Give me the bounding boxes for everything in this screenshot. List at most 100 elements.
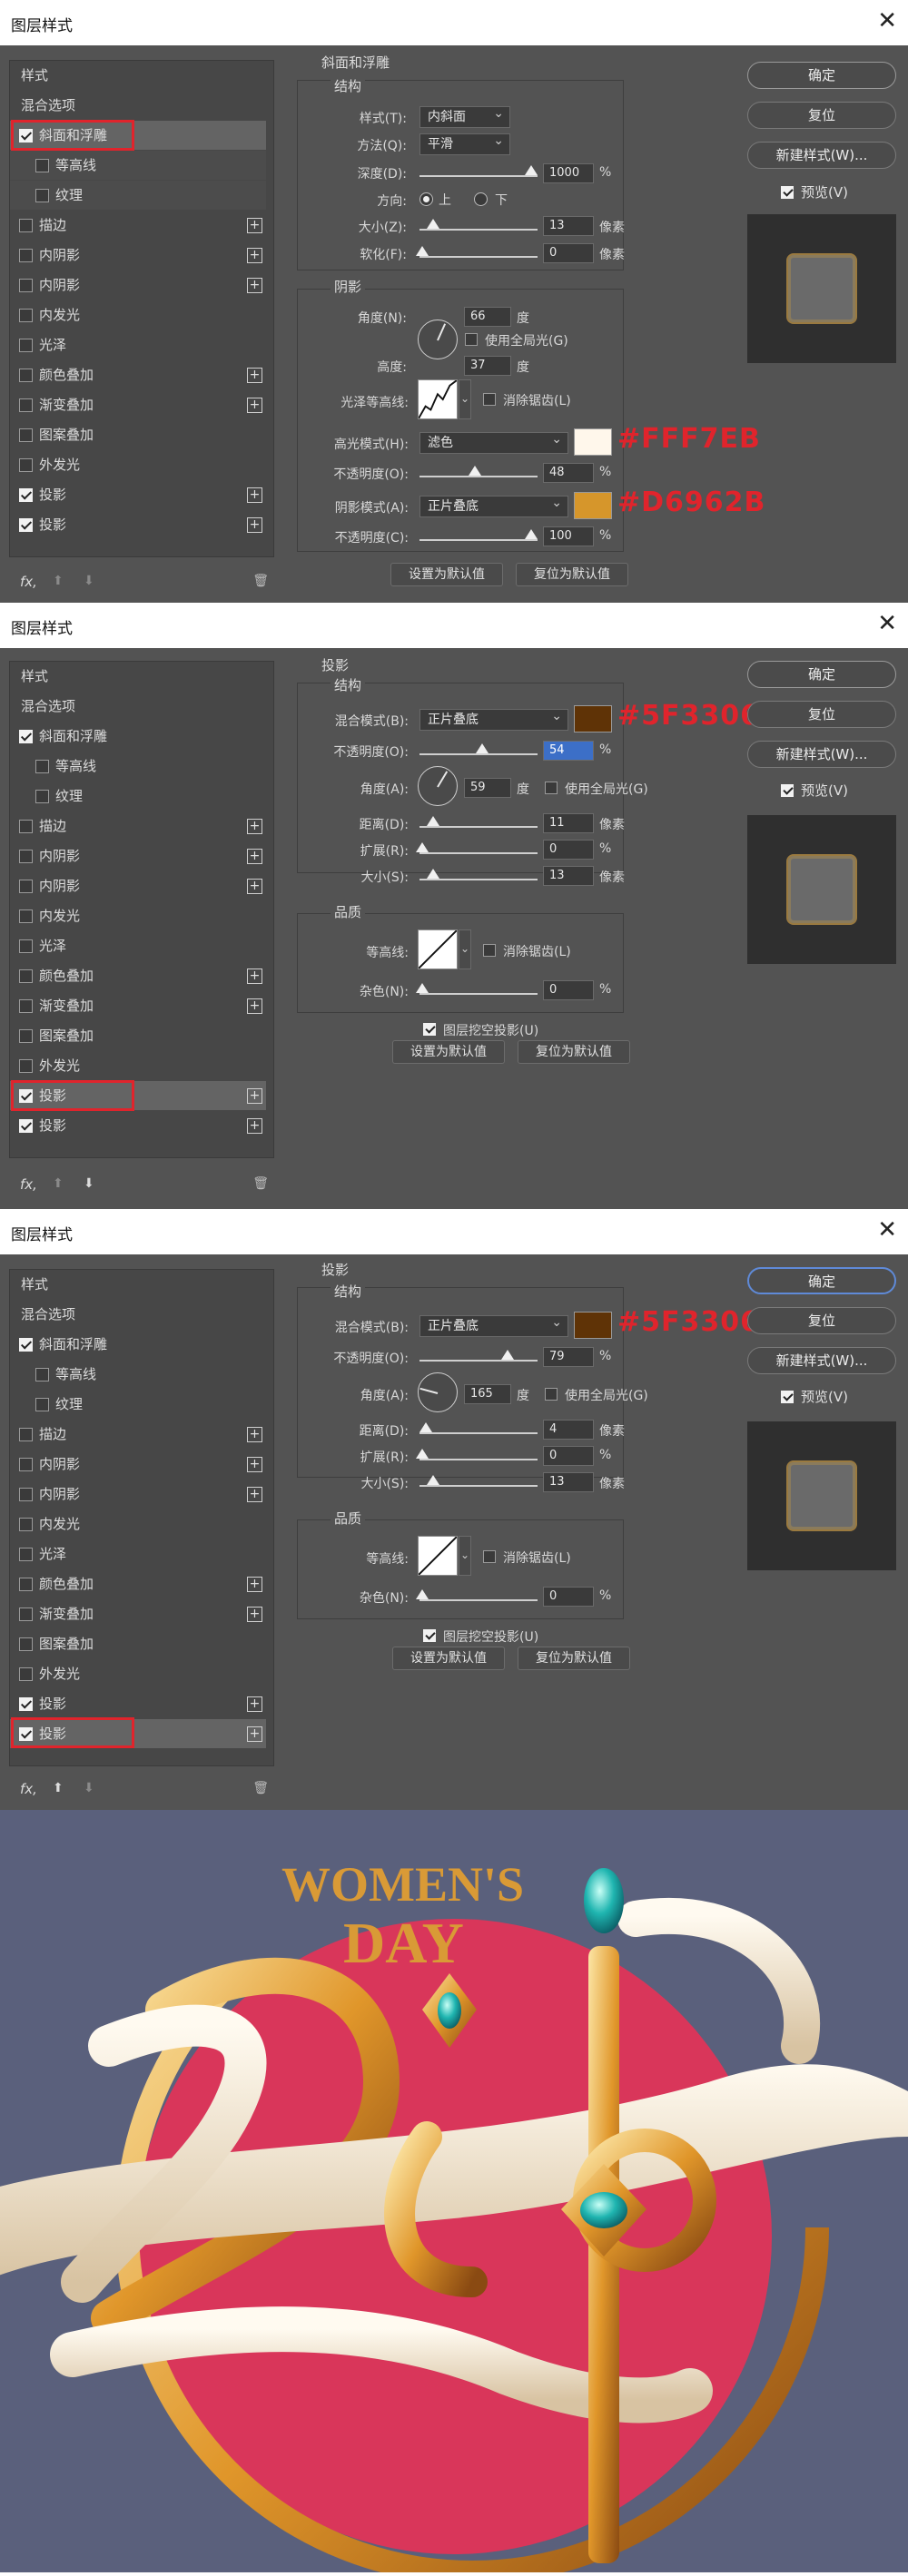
angle-dial[interactable] [418, 320, 458, 359]
style-item-color-overlay[interactable]: 颜色叠加 + [10, 1569, 266, 1598]
depth-input[interactable]: 1000 [543, 163, 594, 183]
shadow-mode-select[interactable]: 正片叠底 [419, 493, 568, 517]
style-item-blend-options[interactable]: 混合选项 [10, 692, 266, 721]
contour-preview[interactable] [418, 929, 458, 969]
depth-slider[interactable] [419, 175, 538, 177]
style-item-pattern-overlay[interactable]: 图案叠加 [10, 1629, 266, 1658]
spread-slider[interactable] [419, 1459, 538, 1460]
opacity-input[interactable]: 79 [543, 1347, 594, 1367]
style-item-color-overlay[interactable]: 颜色叠加 + [10, 961, 266, 990]
angle-input[interactable]: 59 [464, 778, 511, 798]
style-item-blend-options[interactable]: 混合选项 [10, 91, 266, 120]
preview-checkbox[interactable] [781, 1391, 794, 1403]
style-item-drop-shadow-2[interactable]: 投影 + [10, 510, 266, 539]
shadow-color-swatch[interactable] [574, 492, 612, 519]
soften-input[interactable]: 0 [543, 243, 594, 263]
style-item-inner-shadow[interactable]: 内阴影 + [10, 1450, 266, 1479]
style-item-inner-shadow-2[interactable]: 内阴影 + [10, 1480, 266, 1509]
shadow-color-swatch[interactable] [574, 705, 612, 732]
distance-slider[interactable] [419, 1432, 538, 1434]
blend-mode-select[interactable]: 正片叠底 [419, 1313, 568, 1337]
antialias-checkbox[interactable] [483, 393, 496, 406]
angle-input[interactable]: 165 [464, 1384, 511, 1404]
method-select[interactable]: 平滑 [419, 131, 510, 155]
opacity-slider[interactable] [419, 753, 538, 755]
new-style-button[interactable]: 新建样式(W)... [747, 142, 896, 169]
distance-input[interactable]: 11 [543, 813, 594, 833]
slider-knob[interactable] [525, 165, 538, 175]
contour-preview[interactable] [418, 1536, 458, 1576]
new-style-button[interactable]: 新建样式(W)... [747, 741, 896, 768]
style-item-stroke[interactable]: 描边 + [10, 1420, 266, 1449]
style-item-contour[interactable]: 等高线 [10, 752, 266, 781]
angle-dial[interactable] [418, 766, 458, 806]
opacity-input[interactable]: 54 [543, 741, 594, 761]
reset-button[interactable]: 复位 [747, 1307, 896, 1334]
distance-slider[interactable] [419, 826, 538, 828]
highlight-opacity-slider[interactable] [419, 476, 538, 477]
highlight-mode-select[interactable]: 滤色 [419, 429, 568, 454]
noise-input[interactable]: 0 [543, 1587, 594, 1607]
style-item-contour[interactable]: 等高线 [10, 151, 266, 180]
slider-knob[interactable] [416, 1449, 429, 1459]
style-item-texture[interactable]: 纹理 [10, 1390, 266, 1419]
style-item-inner-shadow[interactable]: 内阴影 + [10, 241, 266, 270]
style-item-inner-shadow-2[interactable]: 内阴影 + [10, 871, 266, 900]
spread-slider[interactable] [419, 852, 538, 854]
style-item-drop-shadow[interactable]: 投影 + [10, 480, 266, 509]
slider-knob[interactable] [476, 743, 489, 753]
move-down-icon[interactable]: ⬇ [84, 574, 94, 588]
move-down-icon[interactable]: ⬇ [84, 1176, 94, 1191]
slider-knob[interactable] [416, 842, 429, 852]
trash-icon[interactable]: 🗑 [252, 574, 269, 588]
angle-dial[interactable] [418, 1372, 458, 1412]
size-slider[interactable] [419, 1485, 538, 1487]
slider-knob[interactable] [525, 529, 538, 539]
preview-checkbox[interactable] [781, 186, 794, 199]
style-item-outer-glow[interactable]: 外发光 [10, 1051, 266, 1080]
new-style-button[interactable]: 新建样式(W)... [747, 1347, 896, 1374]
size-input[interactable]: 13 [543, 216, 594, 236]
highlight-color-swatch[interactable] [574, 428, 612, 456]
style-item-satin[interactable]: 光泽 [10, 1539, 266, 1568]
slider-knob[interactable] [501, 1350, 514, 1360]
spread-input[interactable]: 0 [543, 1446, 594, 1466]
ok-button[interactable]: 确定 [747, 661, 896, 688]
chevron-down-icon[interactable]: ⌄ [459, 1536, 471, 1576]
style-item-gradient-overlay[interactable]: 渐变叠加 + [10, 390, 266, 419]
knockout-checkbox[interactable] [423, 1629, 436, 1642]
gloss-contour-preview[interactable] [418, 379, 458, 419]
style-item-inner-shadow[interactable]: 内阴影 + [10, 841, 266, 870]
trash-icon[interactable]: 🗑 [252, 1781, 269, 1795]
fx-icon[interactable]: fx, [20, 1781, 37, 1797]
reset-default-button[interactable]: 复位为默认值 [518, 1040, 630, 1064]
opacity-slider[interactable] [419, 1360, 538, 1362]
fx-icon[interactable]: fx, [20, 1176, 37, 1193]
style-item-inner-glow[interactable]: 内发光 [10, 300, 266, 329]
slider-knob[interactable] [427, 869, 439, 879]
style-item-stroke[interactable]: 描边 + [10, 211, 266, 240]
altitude-input[interactable]: 37 [464, 356, 511, 376]
reset-button[interactable]: 复位 [747, 701, 896, 728]
noise-slider[interactable] [419, 993, 538, 995]
style-item-gradient-overlay[interactable]: 渐变叠加 + [10, 991, 266, 1020]
style-item-outer-glow[interactable]: 外发光 [10, 450, 266, 479]
radio-up[interactable] [419, 192, 433, 206]
reset-default-button[interactable]: 复位为默认值 [516, 563, 628, 586]
chevron-down-icon[interactable]: ⌄ [459, 929, 471, 969]
style-item-blend-options[interactable]: 混合选项 [10, 1300, 266, 1329]
move-up-icon[interactable]: ⬆ [53, 1781, 64, 1795]
preview-checkbox[interactable] [781, 784, 794, 797]
style-item-satin[interactable]: 光泽 [10, 931, 266, 960]
slider-knob[interactable] [427, 816, 439, 826]
ok-button[interactable]: 确定 [747, 1267, 896, 1294]
close-icon[interactable]: ✕ [877, 610, 897, 637]
style-item-satin[interactable]: 光泽 [10, 330, 266, 359]
style-item-drop-shadow[interactable]: 投影 + [10, 1689, 266, 1718]
style-item-drop-shadow-2[interactable]: 投影 + [10, 1111, 266, 1140]
global-light-checkbox[interactable] [465, 333, 478, 346]
slider-knob[interactable] [416, 246, 429, 256]
slider-knob[interactable] [469, 466, 481, 476]
set-default-button[interactable]: 设置为默认值 [392, 1647, 505, 1670]
style-item-inner-glow[interactable]: 内发光 [10, 1509, 266, 1539]
